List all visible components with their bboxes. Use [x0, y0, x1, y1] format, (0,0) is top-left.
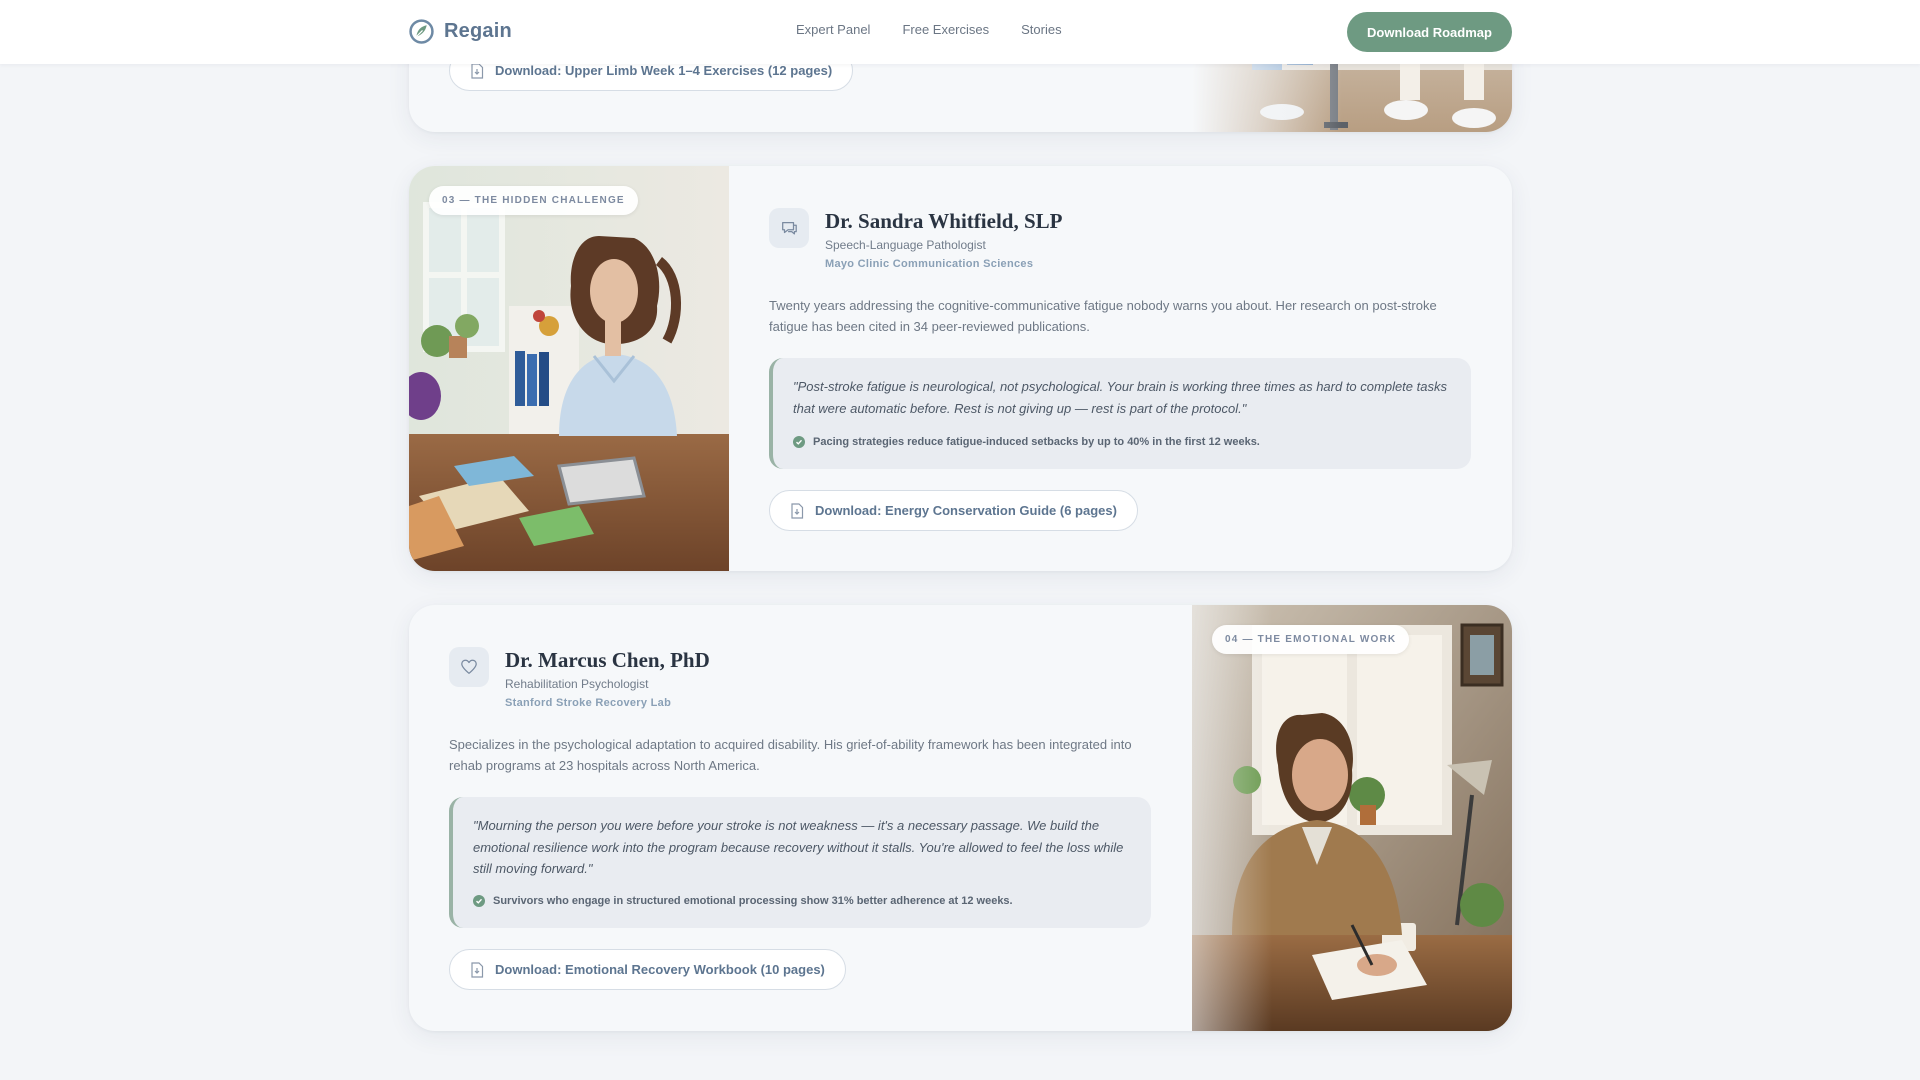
- download-roadmap-button[interactable]: Download Roadmap: [1347, 12, 1512, 52]
- marcus-photo-illustration: [1192, 605, 1512, 1031]
- expert-photo-marcus: 04 — THE EMOTIONAL WORK: [1192, 605, 1512, 1031]
- check-icon: [473, 895, 485, 907]
- expert-card-sandra: 03 — THE HIDDEN CHALLENGE Dr. Sandra Whi…: [409, 166, 1512, 571]
- expert-stat: Pacing strategies reduce fatigue-induced…: [793, 436, 1260, 448]
- nav-link-free-exercises[interactable]: Free Exercises: [902, 22, 989, 37]
- section-badge: 04 — THE EMOTIONAL WORK: [1212, 625, 1410, 654]
- heart-icon: [461, 659, 477, 674]
- expert-icon-box: [449, 647, 489, 687]
- expert-icon-box: [769, 208, 809, 248]
- expert-quote-box: "Mourning the person you were before you…: [449, 797, 1151, 928]
- leaf-logo-icon: [409, 19, 434, 44]
- expert-stat-text: Pacing strategies reduce fatigue-induced…: [813, 436, 1260, 448]
- nav-link-stories[interactable]: Stories: [1021, 22, 1061, 37]
- expert-quote: "Mourning the person you were before you…: [473, 818, 1124, 876]
- expert-bio: Specializes in the psychological adaptat…: [449, 737, 1132, 773]
- download-energy-guide-button[interactable]: Download: Energy Conservation Guide (6 p…: [769, 490, 1138, 531]
- download-emotional-workbook-button[interactable]: Download: Emotional Recovery Workbook (1…: [449, 949, 846, 990]
- expert-content-sandra: Dr. Sandra Whitfield, SLP Speech-Languag…: [729, 166, 1512, 571]
- expert-photo-sandra: 03 — THE HIDDEN CHALLENGE: [409, 166, 729, 571]
- expert-institution: Stanford Stroke Recovery Lab: [505, 697, 672, 709]
- expert-card-marcus: Dr. Marcus Chen, PhD Rehabilitation Psyc…: [409, 605, 1512, 1031]
- download-label: Download: Upper Limb Week 1–4 Exercises …: [495, 63, 833, 78]
- expert-bio: Twenty years addressing the cognitive-co…: [769, 298, 1437, 334]
- top-navigation: Regain Expert Panel Free Exercises Stori…: [0, 0, 1920, 64]
- expert-role: Speech-Language Pathologist: [825, 238, 986, 252]
- document-download-icon: [471, 62, 484, 79]
- message-icon: [782, 221, 797, 235]
- download-label: Download: Energy Conservation Guide (6 p…: [815, 503, 1117, 518]
- section-badge: 03 — THE HIDDEN CHALLENGE: [429, 186, 638, 215]
- expert-quote: "Post-stroke fatigue is neurological, no…: [793, 379, 1447, 416]
- expert-stat-text: Survivors who engage in structured emoti…: [493, 895, 1013, 907]
- expert-quote-box: "Post-stroke fatigue is neurological, no…: [769, 358, 1471, 469]
- expert-name: Dr. Marcus Chen, PhD: [505, 648, 710, 672]
- expert-institution: Mayo Clinic Communication Sciences: [825, 258, 1034, 270]
- document-download-icon: [791, 502, 804, 519]
- brand[interactable]: Regain: [409, 19, 512, 44]
- expert-role: Rehabilitation Psychologist: [505, 677, 649, 691]
- nav-links: Expert Panel Free Exercises Stories: [796, 22, 1062, 37]
- check-icon: [793, 436, 805, 448]
- nav-link-expert-panel[interactable]: Expert Panel: [796, 22, 870, 37]
- expert-content-marcus: Dr. Marcus Chen, PhD Rehabilitation Psyc…: [409, 605, 1192, 1031]
- expert-name: Dr. Sandra Whitfield, SLP: [825, 209, 1063, 233]
- brand-name: Regain: [444, 20, 512, 42]
- document-download-icon: [471, 961, 484, 978]
- download-label: Download: Emotional Recovery Workbook (1…: [495, 962, 825, 977]
- sandra-photo-illustration: [409, 166, 729, 571]
- expert-stat: Survivors who engage in structured emoti…: [473, 895, 1013, 907]
